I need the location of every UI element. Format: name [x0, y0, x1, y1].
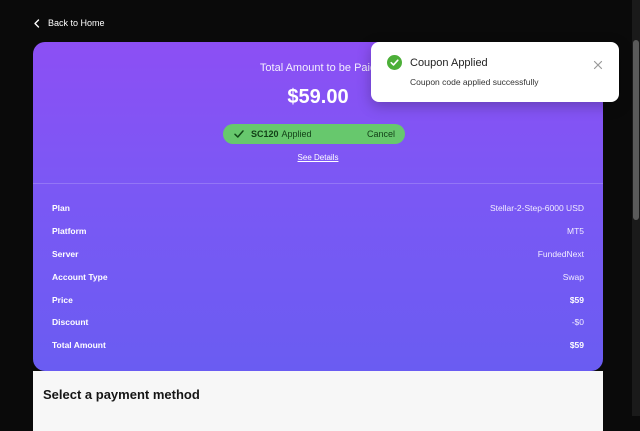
- coupon-status: Applied: [281, 129, 312, 139]
- back-to-home-link[interactable]: Back to Home: [33, 15, 105, 31]
- toast-message: Coupon code applied successfully: [410, 77, 539, 87]
- detail-label: Server: [52, 248, 79, 259]
- page-scrollbar[interactable]: [632, 0, 640, 416]
- detail-row-account-type: Account Type Swap: [52, 265, 584, 288]
- payment-method-section: Select a payment method: [33, 371, 603, 431]
- toast-title: Coupon Applied: [410, 57, 488, 69]
- scrollbar-thumb[interactable]: [633, 40, 639, 220]
- detail-label: Discount: [52, 317, 89, 328]
- coupon-cancel-button[interactable]: Cancel: [367, 129, 395, 139]
- detail-value: -$0: [571, 317, 584, 328]
- coupon-applied-pill: SC120 Applied Cancel: [223, 124, 405, 144]
- detail-label: Plan: [52, 203, 70, 214]
- detail-value: $59: [569, 340, 584, 351]
- detail-row-discount: Discount -$0: [52, 311, 584, 334]
- detail-label: Platform: [52, 226, 87, 237]
- check-icon: [233, 128, 245, 140]
- back-to-home-label: Back to Home: [48, 18, 105, 28]
- see-details-link[interactable]: See Details: [33, 153, 603, 162]
- detail-label: Total Amount: [52, 340, 106, 351]
- detail-row-price: Price $59: [52, 288, 584, 311]
- detail-row-platform: Platform MT5: [52, 220, 584, 243]
- coupon-code: SC120: [251, 129, 279, 139]
- detail-value: Stellar-2-Step-6000 USD: [489, 203, 584, 214]
- detail-row-total-amount: Total Amount $59: [52, 334, 584, 357]
- chevron-left-icon: [33, 18, 41, 28]
- success-check-icon: [387, 55, 402, 70]
- order-details-list: Plan Stellar-2-Step-6000 USD Platform MT…: [52, 197, 584, 357]
- payment-method-title: Select a payment method: [43, 387, 200, 402]
- close-icon[interactable]: [593, 57, 603, 70]
- detail-row-plan: Plan Stellar-2-Step-6000 USD: [52, 197, 584, 220]
- detail-label: Account Type: [52, 271, 108, 282]
- detail-label: Price: [52, 294, 73, 305]
- detail-value: $59: [569, 294, 584, 305]
- detail-value: FundedNext: [537, 248, 584, 259]
- coupon-applied-toast: Coupon Applied Coupon code applied succe…: [371, 42, 619, 102]
- detail-value: Swap: [562, 271, 584, 282]
- detail-row-server: Server FundedNext: [52, 243, 584, 266]
- detail-value: MT5: [567, 226, 584, 237]
